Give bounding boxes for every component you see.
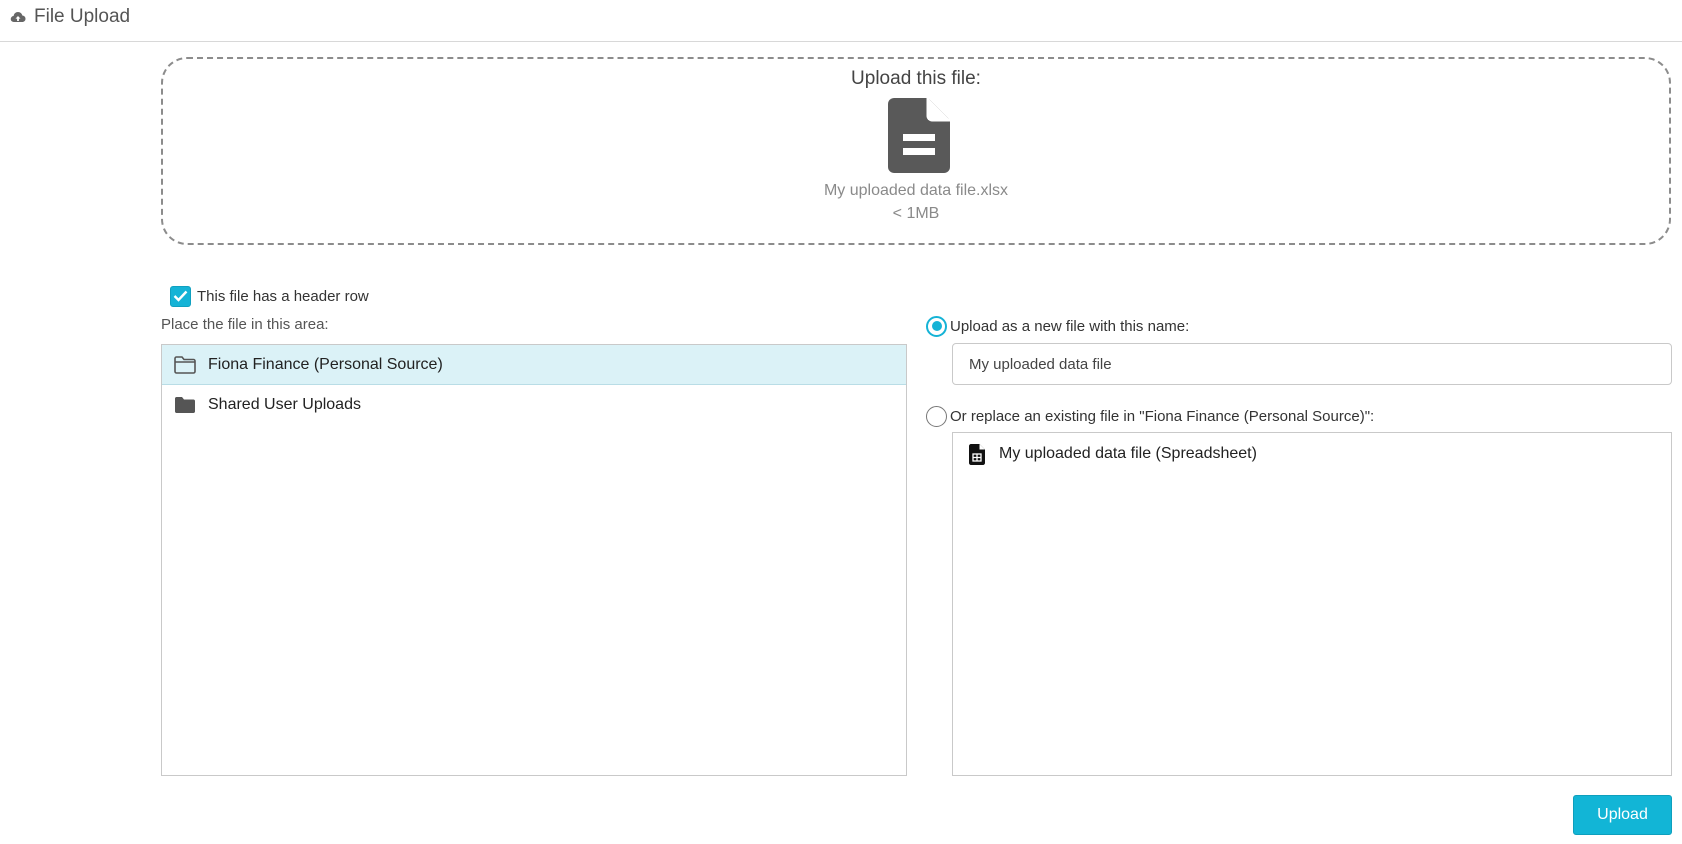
- existing-file-list: My uploaded data file (Spreadsheet): [952, 432, 1672, 776]
- header-row-checkbox[interactable]: [170, 285, 191, 307]
- location-label: Place the file in this area:: [161, 316, 329, 333]
- existing-file-item[interactable]: My uploaded data file (Spreadsheet): [953, 433, 1671, 475]
- folder-list: Fiona Finance (Personal Source) Shared U…: [161, 344, 907, 776]
- existing-file-label: My uploaded data file (Spreadsheet): [999, 445, 1257, 462]
- replace-file-radio[interactable]: [926, 405, 947, 427]
- header-row-option[interactable]: This file has a header row: [170, 284, 369, 308]
- spreadsheet-icon: [969, 443, 985, 465]
- folder-outline-icon: [174, 355, 196, 374]
- document-icon: [888, 98, 950, 173]
- checkmark-icon: [173, 290, 188, 302]
- folder-item-shared-uploads[interactable]: Shared User Uploads: [162, 385, 906, 425]
- header-row-label: This file has a header row: [197, 287, 369, 305]
- folder-item-personal-source[interactable]: Fiona Finance (Personal Source): [162, 345, 906, 385]
- folder-label: Fiona Finance (Personal Source): [208, 355, 443, 373]
- page-title: File Upload: [34, 6, 131, 27]
- file-drop-zone[interactable]: Upload this file: My uploaded data file.…: [161, 57, 1671, 245]
- new-file-label: Upload as a new file with this name:: [950, 317, 1190, 335]
- new-file-name-input[interactable]: [952, 343, 1672, 385]
- folder-label: Shared User Uploads: [208, 396, 361, 413]
- new-file-option[interactable]: Upload as a new file with this name:: [926, 314, 1189, 338]
- replace-file-label: Or replace an existing file in "Fiona Fi…: [950, 407, 1375, 425]
- uploaded-file-name: My uploaded data file.xlsx: [823, 182, 1009, 199]
- new-file-radio[interactable]: [926, 315, 947, 337]
- uploaded-file-size: < 1MB: [892, 205, 940, 222]
- cloud-upload-icon: [10, 12, 26, 22]
- page-header: File Upload: [0, 0, 1682, 42]
- upload-button[interactable]: Upload: [1573, 795, 1672, 835]
- replace-file-option[interactable]: Or replace an existing file in "Fiona Fi…: [926, 404, 1374, 428]
- dropzone-title: Upload this file:: [851, 68, 981, 89]
- folder-filled-icon: [175, 397, 195, 413]
